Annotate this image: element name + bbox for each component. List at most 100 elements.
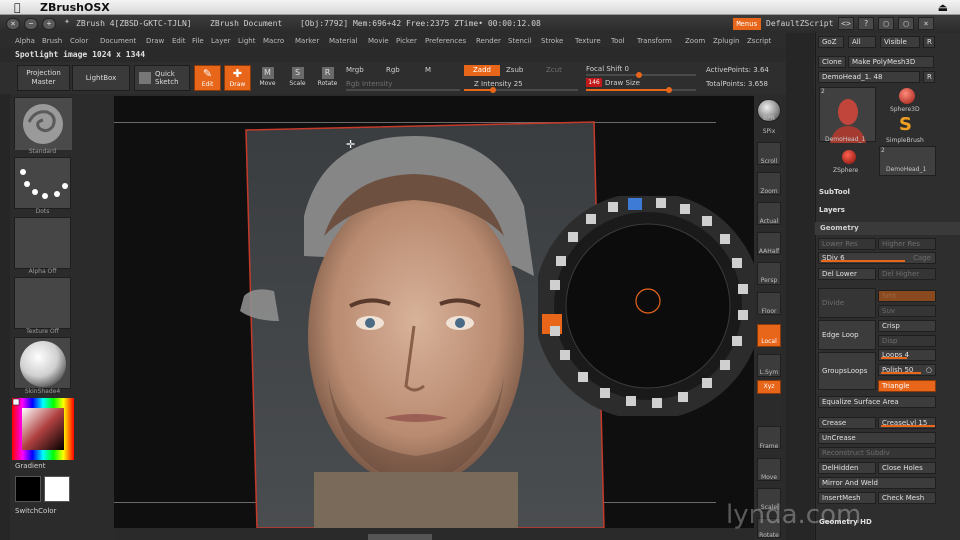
menu-zoom[interactable]: Zoom: [685, 37, 705, 45]
del-hidden-button[interactable]: DelHidden: [818, 462, 876, 474]
menu-light[interactable]: Light: [238, 37, 255, 45]
menu-zscript[interactable]: Zscript: [747, 37, 771, 45]
edit-mode-button[interactable]: ✎ Edit: [194, 65, 221, 91]
default-zscript-button[interactable]: DefaultZScript: [766, 19, 833, 28]
equalize-surface-area-button[interactable]: Equalize Surface Area: [818, 396, 936, 408]
material-thumbnail[interactable]: [14, 337, 71, 389]
stroke-thumbnail[interactable]: [14, 157, 71, 209]
triangle-toggle[interactable]: Triangle: [878, 380, 936, 392]
zsphere-icon[interactable]: [842, 150, 856, 164]
del-lower-button[interactable]: Del Lower: [818, 268, 876, 280]
divide-button[interactable]: Divide: [818, 288, 876, 318]
menu-zplugin[interactable]: Zplugin: [713, 37, 739, 45]
draw-size-knob[interactable]: [666, 87, 672, 93]
subtool-section[interactable]: SubTool: [819, 188, 850, 196]
tool-thumb-demohead[interactable]: [819, 87, 876, 143]
rgb-button[interactable]: Rgb: [386, 66, 400, 74]
brush-thumbnail[interactable]: [14, 97, 72, 150]
reconstruct-subdiv-button[interactable]: Reconstruct Subdiv: [818, 447, 936, 459]
crease-level-slider[interactable]: CreaseLvl 15: [878, 417, 936, 429]
apple-icon[interactable]: : [14, 1, 21, 14]
polish-slider[interactable]: Polish 50 ○: [878, 364, 936, 376]
smt-toggle[interactable]: Smt: [878, 290, 936, 302]
lower-res-button[interactable]: Lower Res: [818, 238, 876, 250]
sdiv-slider[interactable]: SDiv 6 Cage: [818, 252, 936, 264]
tile-icon[interactable]: ▢: [898, 17, 914, 30]
scale-mode-button[interactable]: S Scale: [284, 65, 311, 91]
m-button[interactable]: M: [425, 66, 431, 74]
eject-icon[interactable]: ⏏: [938, 1, 948, 14]
focal-shift-knob[interactable]: [636, 72, 642, 78]
menu-macro[interactable]: Macro: [263, 37, 284, 45]
tool-r-button[interactable]: R: [923, 71, 935, 83]
focal-shift-slider[interactable]: Focal Shift 0: [586, 65, 629, 73]
menu-preferences[interactable]: Preferences: [425, 37, 466, 45]
lightbox-button[interactable]: LightBox: [72, 65, 130, 91]
menu-transform[interactable]: Transform: [637, 37, 672, 45]
main-color-swatch[interactable]: [15, 476, 41, 502]
rgb-intensity-slider[interactable]: Rgb Intensity: [346, 80, 392, 88]
menu-file[interactable]: File: [192, 37, 204, 45]
left-tray-gutter[interactable]: [0, 94, 10, 540]
uncrease-button[interactable]: UnCrease: [818, 432, 936, 444]
del-higher-button[interactable]: Del Higher: [878, 268, 936, 280]
menu-material[interactable]: Material: [329, 37, 357, 45]
goz-button[interactable]: GoZ: [818, 36, 844, 48]
edge-loop-button[interactable]: Edge Loop: [818, 320, 876, 350]
crease-button[interactable]: Crease: [818, 417, 876, 429]
disp-toggle[interactable]: Disp: [878, 335, 936, 347]
menu-picker[interactable]: Picker: [396, 37, 417, 45]
tile-icon[interactable]: ▢: [878, 17, 894, 30]
layers-section[interactable]: Layers: [819, 206, 845, 214]
close-holes-button[interactable]: Close Holes: [878, 462, 936, 474]
mirror-and-weld-button[interactable]: Mirror And Weld: [818, 477, 936, 489]
sphere3d-icon[interactable]: [899, 88, 915, 104]
close-icon[interactable]: ×: [918, 17, 934, 30]
cage-button[interactable]: Cage: [913, 253, 931, 263]
clone-button[interactable]: Clone: [818, 56, 846, 68]
draw-mode-button[interactable]: ✚ Draw: [224, 65, 251, 91]
current-tool-slider[interactable]: DemoHead_1. 48: [818, 71, 920, 83]
menu-edit[interactable]: Edit: [172, 37, 186, 45]
mac-app-name[interactable]: ZBrushOSX: [40, 1, 110, 14]
projection-master-button[interactable]: Projection Master: [17, 65, 70, 91]
gradient-toggle[interactable]: Gradient: [15, 462, 45, 470]
layout-arrows-icon[interactable]: <>: [838, 17, 854, 30]
close-window-button[interactable]: ×: [6, 18, 20, 30]
geometry-section[interactable]: Geometry: [815, 222, 960, 235]
spix-slider[interactable]: SPix: [754, 128, 784, 135]
z-intensity-knob[interactable]: [490, 87, 496, 93]
menu-marker[interactable]: Marker: [295, 37, 319, 45]
menu-brush[interactable]: Brush: [42, 37, 62, 45]
menu-layer[interactable]: Layer: [211, 37, 231, 45]
help-icon[interactable]: ?: [858, 17, 874, 30]
menu-movie[interactable]: Movie: [368, 37, 389, 45]
rotate-mode-button[interactable]: R Rotate: [314, 65, 341, 91]
texture-thumbnail[interactable]: [14, 277, 71, 329]
zadd-button[interactable]: Zadd: [464, 65, 500, 76]
quick-sketch-button[interactable]: Quick Sketch: [134, 65, 190, 91]
make-polymesh-button[interactable]: Make PolyMesh3D: [848, 56, 934, 68]
mrgb-button[interactable]: Mrgb: [346, 66, 364, 74]
menus-toggle-button[interactable]: Menus: [733, 18, 761, 30]
menu-stencil[interactable]: Stencil: [508, 37, 532, 45]
simplebrush-icon[interactable]: S: [899, 115, 915, 135]
menu-alpha[interactable]: Alpha: [15, 37, 35, 45]
goz-all-button[interactable]: All: [848, 36, 876, 48]
minimize-window-button[interactable]: −: [24, 18, 38, 30]
bottom-tray-handle[interactable]: [368, 534, 432, 540]
draw-size-slider[interactable]: Draw Size: [605, 79, 640, 87]
alpha-thumbnail[interactable]: [14, 217, 71, 269]
menu-color[interactable]: Color: [70, 37, 88, 45]
suv-toggle[interactable]: Suv: [878, 305, 936, 317]
secondary-color-swatch[interactable]: [44, 476, 70, 502]
z-intensity-slider[interactable]: Z Intensity 25: [474, 80, 523, 88]
groups-loops-button[interactable]: GroupsLoops: [818, 352, 876, 390]
check-mesh-button[interactable]: Check Mesh: [878, 492, 936, 504]
zsub-button[interactable]: Zsub: [506, 66, 523, 74]
color-picker[interactable]: [12, 398, 74, 460]
menu-render[interactable]: Render: [476, 37, 501, 45]
menu-draw[interactable]: Draw: [146, 37, 164, 45]
menu-document[interactable]: Document: [100, 37, 136, 45]
move-mode-button[interactable]: M Move: [254, 65, 281, 91]
